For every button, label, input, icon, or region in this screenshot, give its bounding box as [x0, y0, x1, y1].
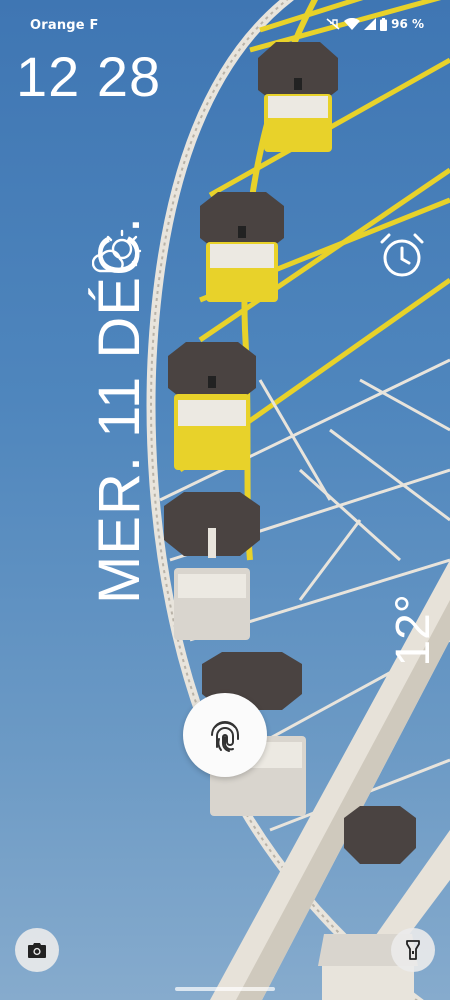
lock-clock: 12 28: [16, 45, 162, 108]
mute-icon: [326, 18, 340, 30]
camera-icon: [28, 943, 46, 958]
flashlight-icon: [406, 940, 420, 960]
camera-shortcut-button[interactable]: [15, 928, 59, 972]
status-icons: 96 %: [326, 17, 424, 31]
fingerprint-button[interactable]: [183, 693, 267, 777]
flashlight-shortcut-button[interactable]: [391, 928, 435, 972]
cell-signal-icon: [364, 18, 377, 30]
fingerprint-icon: [211, 721, 239, 752]
wallpaper-ferris-wheel: [146, 0, 450, 1000]
carrier-name: Orange F: [30, 18, 99, 33]
battery-percent: 96 %: [391, 17, 424, 31]
temperature: 12°: [387, 594, 440, 667]
alarm-clock-icon[interactable]: [376, 230, 428, 282]
home-indicator[interactable]: [175, 987, 275, 991]
lock-screen: Orange F 96 % 12 28 MER. 11 DÉC. 12°: [0, 0, 450, 1000]
battery-icon: [380, 17, 388, 31]
partly-cloudy-icon[interactable]: [91, 227, 148, 279]
wifi-icon: [344, 18, 361, 30]
